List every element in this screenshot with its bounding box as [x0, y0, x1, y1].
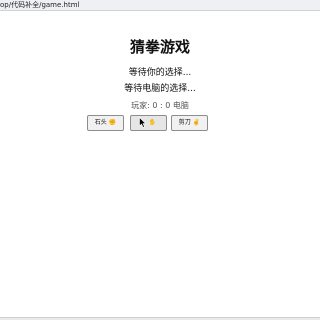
page-content: 猜拳游戏 等待你的选择... 等待电脑的选择... 玩家: 0 : 0 电脑 石…: [0, 11, 320, 320]
score-display: 玩家: 0 : 0 电脑: [131, 101, 189, 110]
url-text[interactable]: op/代码补全/game.html: [0, 0, 79, 10]
rock-hand-icon: ✊: [108, 119, 117, 126]
browser-address-bar[interactable]: op/代码补全/game.html: [0, 0, 320, 11]
rock-button[interactable]: 石头 ✊: [87, 115, 124, 131]
scissors-hand-icon: ✌️: [192, 119, 201, 126]
scissors-button[interactable]: 剪刀 ✌️: [171, 115, 208, 131]
paper-hand-icon: ✋: [148, 119, 157, 126]
player-choice-status: 等待你的选择...: [128, 68, 192, 78]
mouse-pointer-icon: [139, 117, 147, 128]
choice-buttons: 石头 ✊ 布 ✋ 剪刀 ✌️: [87, 115, 211, 133]
scissors-button-label: 剪刀: [178, 119, 191, 126]
paper-button[interactable]: 布 ✋: [130, 115, 167, 131]
game-title: 猜拳游戏: [129, 38, 190, 56]
computer-choice-status: 等待电脑的选择...: [124, 84, 196, 94]
rock-button-label: 石头: [94, 119, 107, 126]
